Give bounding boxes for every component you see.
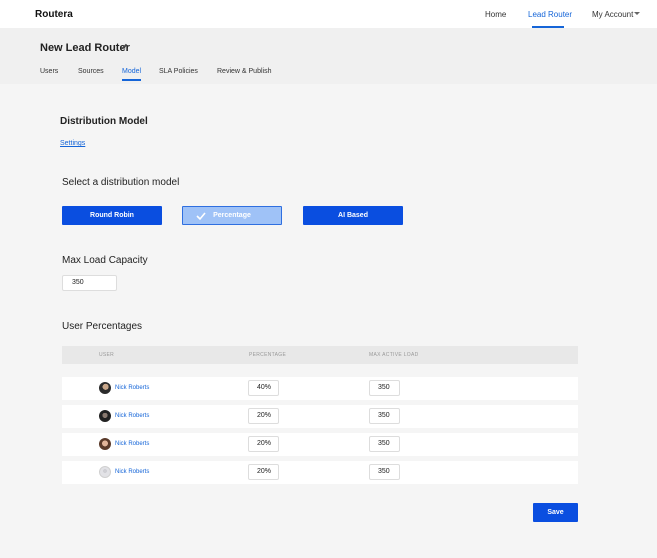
avatar [99, 466, 111, 478]
nav-my-account-link[interactable]: My Account [592, 10, 633, 19]
active-tab-indicator [122, 79, 141, 81]
percentage-button[interactable]: Percentage [182, 206, 282, 225]
table-row: Nick Roberts 20% 350 [62, 405, 578, 428]
percentage-input[interactable]: 40% [248, 380, 279, 396]
settings-link[interactable]: Settings [60, 140, 85, 147]
nav-lead-router-link[interactable]: Lead Router [528, 10, 572, 19]
brand-logo[interactable]: Routera [35, 9, 73, 20]
user-name-link[interactable]: Nick Roberts [115, 441, 149, 447]
max-load-input[interactable]: 350 [369, 408, 400, 424]
user-name-link[interactable]: Nick Roberts [115, 469, 149, 475]
max-load-label: Max Load Capacity [62, 255, 148, 266]
save-button[interactable]: Save [533, 503, 578, 522]
nav-home-link[interactable]: Home [485, 10, 506, 19]
round-robin-label: Round Robin [90, 212, 134, 219]
avatar [99, 382, 111, 394]
table-header: USER PERCENTAGE MAX ACTIVE LOAD [62, 346, 578, 364]
max-load-input[interactable]: 350 [62, 275, 117, 291]
page-header [0, 28, 657, 84]
user-name-link[interactable]: Nick Roberts [115, 385, 149, 391]
percentage-input[interactable]: 20% [248, 436, 279, 452]
user-name-link[interactable]: Nick Roberts [115, 413, 149, 419]
tab-sources[interactable]: Sources [78, 68, 104, 75]
save-label: Save [547, 509, 564, 516]
user-percentages-label: User Percentages [62, 321, 143, 332]
round-robin-button[interactable]: Round Robin [62, 206, 162, 225]
column-header-percentage: PERCENTAGE [249, 352, 287, 358]
percentage-input[interactable]: 20% [248, 408, 279, 424]
tab-review-publish[interactable]: Review & Publish [217, 68, 271, 75]
tab-model[interactable]: Model [122, 68, 141, 75]
percentage-label: Percentage [213, 212, 251, 219]
checkmark-icon [196, 212, 206, 221]
table-row: Nick Roberts 40% 350 [62, 377, 578, 400]
table-row: Nick Roberts 20% 350 [62, 461, 578, 484]
max-load-input[interactable]: 350 [369, 436, 400, 452]
table-row: Nick Roberts 20% 350 [62, 433, 578, 456]
ai-based-label: AI Based [338, 212, 368, 219]
distribution-model-label: Select a distribution model [62, 177, 180, 188]
column-header-user: USER [99, 352, 115, 358]
top-navbar: Routera Home Lead Router My Account [0, 0, 657, 28]
avatar [99, 410, 111, 422]
column-header-max-load: MAX ACTIVE LOAD [369, 352, 419, 358]
tab-sla-policies[interactable]: SLA Policies [159, 68, 198, 75]
ai-based-button[interactable]: AI Based [303, 206, 403, 225]
chevron-down-icon[interactable] [634, 12, 640, 15]
avatar [99, 438, 111, 450]
page-title: New Lead Router [40, 42, 130, 54]
max-load-input[interactable]: 350 [369, 464, 400, 480]
tab-users[interactable]: Users [40, 68, 58, 75]
pencil-icon[interactable] [121, 43, 128, 50]
percentage-input[interactable]: 20% [248, 464, 279, 480]
section-title: Distribution Model [60, 116, 148, 127]
max-load-input[interactable]: 350 [369, 380, 400, 396]
